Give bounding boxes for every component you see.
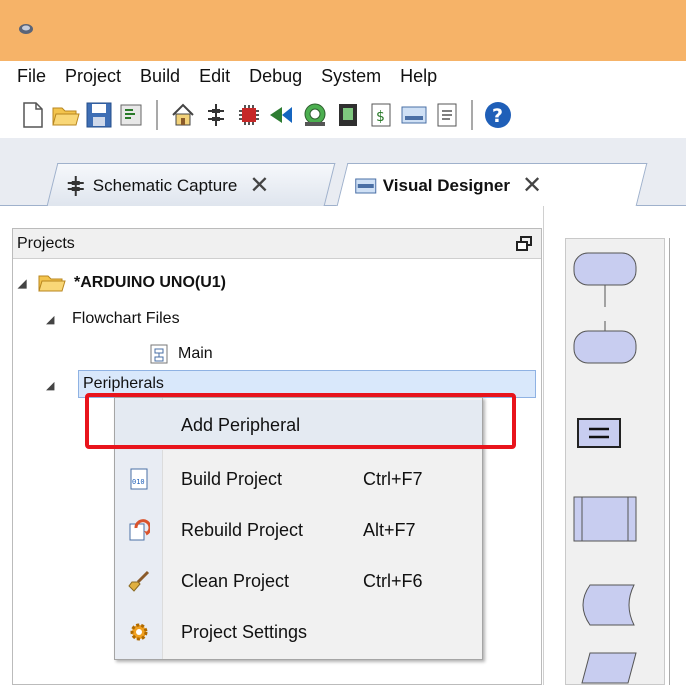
menu-item-clean-project[interactable]: Clean Project Ctrl+F6 bbox=[115, 556, 482, 606]
design-canvas[interactable] bbox=[669, 238, 686, 685]
tree-item-peripherals-expander[interactable]: ◢ bbox=[46, 370, 66, 400]
menu-bar: File Project Build Edit Debug System Hel… bbox=[0, 61, 686, 91]
close-icon[interactable]: ✕ bbox=[522, 171, 542, 200]
menu-item-rebuild-project[interactable]: Rebuild Project Alt+F7 bbox=[115, 505, 482, 555]
menu-item-label: Project Settings bbox=[181, 621, 308, 642]
tree-item-label: *ARDUINO UNO(U1) bbox=[74, 274, 226, 291]
menu-item-label: Clean Project bbox=[181, 570, 290, 591]
subroutine-block-shape[interactable] bbox=[573, 496, 637, 542]
open-folder-icon[interactable] bbox=[49, 98, 82, 131]
menu-item-project-settings[interactable]: Project Settings bbox=[115, 607, 482, 657]
visual-designer-icon bbox=[355, 177, 377, 193]
menu-system[interactable]: System bbox=[321, 66, 381, 87]
arduino-icon[interactable] bbox=[265, 98, 298, 131]
tree-item-project[interactable]: ◢ *ARDUINO UNO(U1) bbox=[18, 268, 226, 298]
svg-text:010: 010 bbox=[132, 478, 145, 486]
collapse-arrow-icon[interactable]: ◢ bbox=[46, 313, 66, 326]
chip-icon[interactable] bbox=[232, 98, 265, 131]
flowchart-file-icon bbox=[150, 344, 168, 364]
import-icon[interactable] bbox=[115, 98, 148, 131]
flowchart-sidebar bbox=[543, 206, 686, 685]
visual-designer-icon[interactable] bbox=[397, 98, 430, 131]
bom-icon[interactable] bbox=[331, 98, 364, 131]
collapse-arrow-icon[interactable]: ◢ bbox=[46, 379, 66, 392]
open-folder-icon bbox=[38, 275, 66, 292]
menu-file[interactable]: File bbox=[17, 66, 46, 87]
tree-item-main[interactable]: Main bbox=[150, 339, 213, 369]
menu-edit[interactable]: Edit bbox=[199, 66, 230, 87]
menu-item-label: Rebuild Project bbox=[181, 519, 304, 540]
storage-block-shape[interactable] bbox=[582, 584, 635, 626]
dollar-icon[interactable]: $ bbox=[364, 98, 397, 131]
close-icon[interactable]: ✕ bbox=[249, 171, 269, 200]
title-bar bbox=[0, 0, 686, 61]
tree-item-label: Peripherals bbox=[83, 375, 164, 392]
shortcut-label: Ctrl+F6 bbox=[363, 570, 423, 591]
menu-help[interactable]: Help bbox=[400, 66, 437, 87]
menu-build[interactable]: Build bbox=[140, 66, 180, 87]
new-file-icon[interactable] bbox=[16, 98, 49, 131]
gerber-icon[interactable] bbox=[298, 98, 331, 131]
build-icon: 010 bbox=[115, 468, 163, 490]
restore-window-icon[interactable] bbox=[515, 235, 533, 252]
tab-label: Schematic Capture bbox=[92, 175, 238, 194]
settings-gear-icon bbox=[115, 622, 163, 642]
end-block-shape[interactable] bbox=[573, 321, 637, 364]
toolbar-separator bbox=[156, 99, 158, 130]
collapse-arrow-icon[interactable]: ◢ bbox=[18, 277, 38, 290]
toolbar: $ ? bbox=[0, 91, 686, 138]
schematic-icon bbox=[67, 175, 84, 195]
menu-debug[interactable]: Debug bbox=[249, 66, 302, 87]
tab-label: Visual Designer bbox=[382, 175, 511, 194]
tab-visual-designer[interactable]: Visual Designer ✕ bbox=[336, 163, 648, 206]
shortcut-label: Alt+F7 bbox=[363, 519, 416, 540]
menu-item-label: Build Project bbox=[181, 468, 283, 489]
save-icon[interactable] bbox=[82, 98, 115, 131]
home-icon[interactable] bbox=[166, 98, 199, 131]
panel-title: Projects bbox=[17, 234, 75, 252]
tab-schematic-capture[interactable]: Schematic Capture ✕ bbox=[46, 163, 336, 206]
tree-item-flowchart-files[interactable]: ◢ Flowchart Files bbox=[46, 304, 180, 334]
menu-item-build-project[interactable]: 010 Build Project Ctrl+F7 bbox=[115, 454, 482, 504]
menu-project[interactable]: Project bbox=[65, 66, 121, 87]
svg-text:$: $ bbox=[376, 109, 385, 125]
app-icon bbox=[19, 24, 33, 34]
shortcut-label: Ctrl+F7 bbox=[363, 468, 423, 489]
document-tabs: Schematic Capture ✕ Visual Designer ✕ bbox=[0, 138, 686, 206]
io-block-shape[interactable] bbox=[581, 652, 637, 684]
schematic-icon[interactable] bbox=[199, 98, 232, 131]
tree-item-label: Flowchart Files bbox=[72, 310, 180, 327]
rebuild-icon bbox=[115, 519, 163, 541]
tree-item-label: Main bbox=[178, 345, 213, 362]
flowchart-palette bbox=[565, 238, 665, 685]
start-block-shape[interactable] bbox=[573, 252, 637, 307]
panel-header: Projects bbox=[13, 229, 541, 259]
red-highlight-box bbox=[85, 393, 516, 449]
toolbar-separator bbox=[471, 99, 473, 130]
assignment-block-shape[interactable] bbox=[577, 418, 621, 448]
help-icon[interactable]: ? bbox=[481, 98, 514, 131]
svg-text:?: ? bbox=[492, 105, 503, 127]
document-icon[interactable] bbox=[430, 98, 463, 131]
broom-icon bbox=[115, 570, 163, 592]
